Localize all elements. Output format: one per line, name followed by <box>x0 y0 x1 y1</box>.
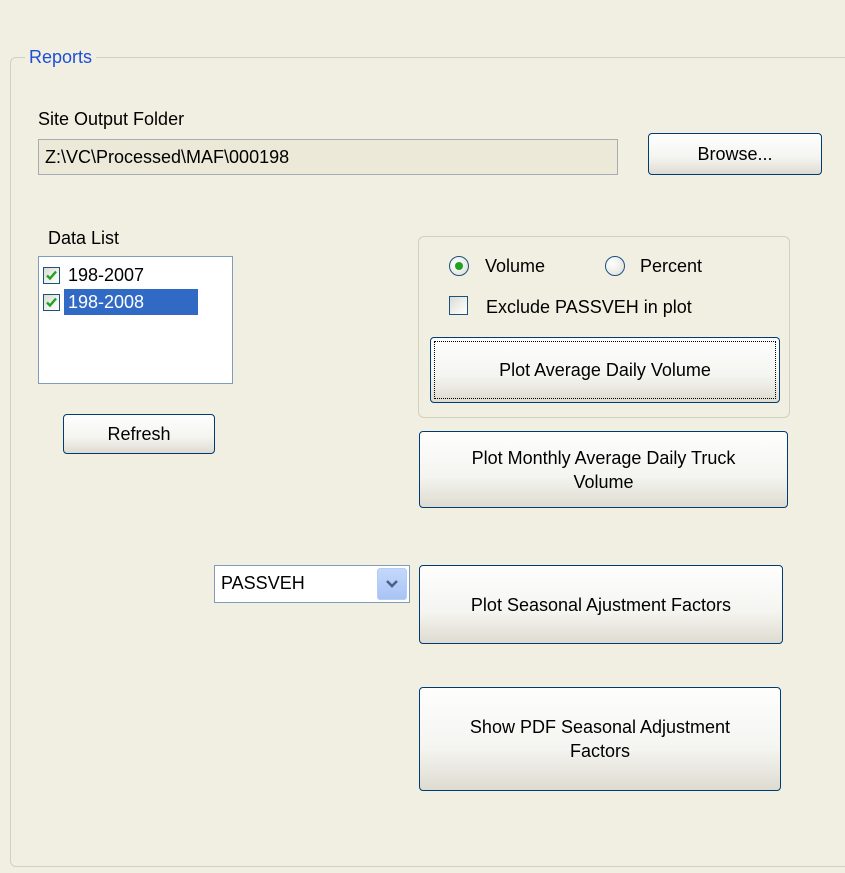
vehicle-class-value: PASSVEH <box>221 573 305 593</box>
plot-seasonal-factors-button[interactable]: Plot Seasonal Ajustment Factors <box>419 565 783 644</box>
refresh-button[interactable]: Refresh <box>63 414 215 454</box>
plot-average-daily-volume-button[interactable]: Plot Average Daily Volume <box>430 337 780 403</box>
checkmark-icon <box>46 270 57 280</box>
browse-button-label: Browse... <box>697 144 773 164</box>
list-item-checkbox[interactable] <box>43 293 60 311</box>
checkmark-icon <box>46 297 57 307</box>
reports-group-title: Reports <box>25 47 97 67</box>
percent-radio[interactable] <box>605 256 625 276</box>
show-pdf-seasonal-factors-label: Show PDF Seasonal Adjustment Factors <box>469 717 731 761</box>
show-pdf-seasonal-factors-button[interactable]: Show PDF Seasonal Adjustment Factors <box>419 687 781 791</box>
exclude-passveh-label: Exclude PASSVEH in plot <box>486 297 692 317</box>
volume-radio[interactable] <box>449 256 469 276</box>
list-item-label: 198-2008 <box>64 289 199 315</box>
plot-average-daily-volume-label: Plot Average Daily Volume <box>499 360 711 380</box>
list-item-label: 198-2007 <box>68 265 145 285</box>
volume-radio-label: Volume <box>485 256 546 276</box>
data-list-box[interactable]: 198-2007 198-2008 <box>38 256 233 384</box>
chevron-down-icon <box>386 580 398 588</box>
site-output-folder-label: Site Output Folder <box>38 109 185 129</box>
list-item[interactable]: 198-2007 <box>40 262 148 288</box>
plot-seasonal-factors-label: Plot Seasonal Ajustment Factors <box>470 594 732 615</box>
list-item[interactable]: 198-2008 <box>40 289 199 315</box>
radio-dot-icon <box>455 262 463 270</box>
exclude-passveh-checkbox[interactable] <box>449 296 468 315</box>
percent-radio-label: Percent <box>640 256 703 276</box>
refresh-button-label: Refresh <box>107 424 171 444</box>
dropdown-button[interactable] <box>377 568 407 600</box>
plot-monthly-truck-label: Plot Monthly Average Daily Truck Volume <box>471 447 736 492</box>
vehicle-class-dropdown[interactable]: PASSVEH <box>214 565 410 603</box>
browse-button[interactable]: Browse... <box>648 133 822 175</box>
data-list-label: Data List <box>48 228 120 248</box>
plot-monthly-truck-button[interactable]: Plot Monthly Average Daily Truck Volume <box>419 431 788 508</box>
site-output-folder-field[interactable]: Z:\VC\Processed\MAF\000198 <box>38 139 618 175</box>
list-item-checkbox[interactable] <box>43 266 60 284</box>
